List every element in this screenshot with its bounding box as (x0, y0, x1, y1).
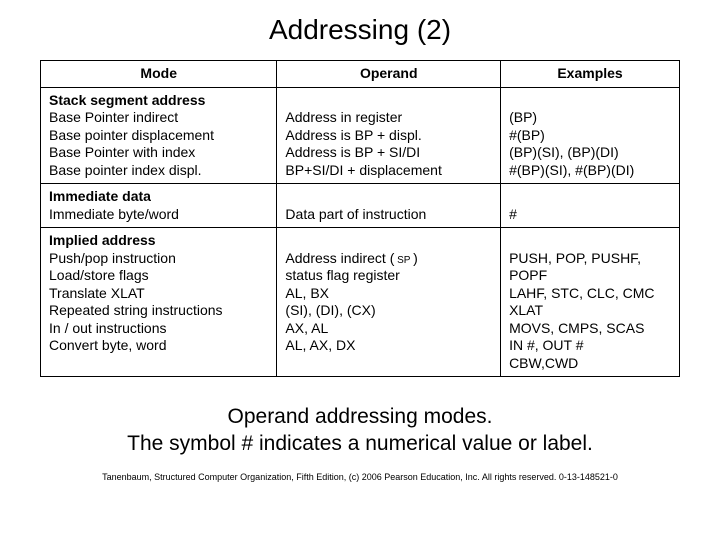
slide-title: Addressing (2) (40, 14, 680, 46)
example-text: XLAT (509, 302, 543, 318)
addressing-table: Mode Operand Examples Stack segment addr… (40, 60, 680, 377)
section-header: Stack segment address (49, 92, 205, 108)
mode-text: Base pointer index displ. (49, 162, 202, 178)
table-row: Stack segment address Base Pointer indir… (41, 87, 680, 184)
copyright-text: Tanenbaum, Structured Computer Organizat… (40, 472, 680, 482)
cell-operand: Address indirect ( SP ) status flag regi… (277, 228, 501, 377)
operand-text: Address is BP + SI/DI (285, 144, 420, 160)
cell-mode: Implied address Push/pop instruction Loa… (41, 228, 277, 377)
operand-text: Address is BP + displ. (285, 127, 421, 143)
operand-text: (SI), (DI), (CX) (285, 302, 375, 318)
example-text: (BP) (509, 109, 537, 125)
slide: Addressing (2) Mode Operand Examples Sta… (0, 0, 720, 540)
example-text: (BP)(SI), (BP)(DI) (509, 144, 619, 160)
cell-operand: Data part of instruction (277, 184, 501, 228)
cell-examples: (BP) #(BP) (BP)(SI), (BP)(DI) #(BP)(SI),… (501, 87, 680, 184)
example-text: CBW,CWD (509, 355, 578, 371)
operand-text: Address in register (285, 109, 402, 125)
operand-text: status flag register (285, 267, 399, 283)
operand-text: AX, AL (285, 320, 328, 336)
cell-examples: PUSH, POP, PUSHF, POPF LAHF, STC, CLC, C… (501, 228, 680, 377)
table-header-row: Mode Operand Examples (41, 61, 680, 88)
mode-text: Immediate byte/word (49, 206, 179, 222)
example-text: MOVS, CMPS, SCAS (509, 320, 644, 336)
mode-text: Translate XLAT (49, 285, 145, 301)
operand-text: AL, BX (285, 285, 329, 301)
table-row: Implied address Push/pop instruction Loa… (41, 228, 680, 377)
caption-line1: Operand addressing modes. (228, 405, 493, 428)
mode-text: Push/pop instruction (49, 250, 176, 266)
operand-text: Data part of instruction (285, 206, 426, 222)
mode-text: Base Pointer indirect (49, 109, 178, 125)
mode-text: Base pointer displacement (49, 127, 214, 143)
caption-line2: The symbol # indicates a numerical value… (127, 432, 593, 455)
table-row: Immediate data Immediate byte/word Data … (41, 184, 680, 228)
operand-text: AL, AX, DX (285, 337, 355, 353)
example-text: LAHF, STC, CLC, CMC (509, 285, 654, 301)
section-header: Implied address (49, 232, 156, 248)
mode-text: In / out instructions (49, 320, 167, 336)
header-operand: Operand (277, 61, 501, 88)
example-text: IN #, OUT # (509, 337, 583, 353)
example-text: PUSH, POP, PUSHF, POPF (509, 250, 641, 284)
header-mode: Mode (41, 61, 277, 88)
cell-mode: Immediate data Immediate byte/word (41, 184, 277, 228)
mode-text: Convert byte, word (49, 337, 167, 353)
mode-text: Load/store flags (49, 267, 149, 283)
mode-text: Base Pointer with index (49, 144, 195, 160)
operand-text: BP+SI/DI + displacement (285, 162, 441, 178)
header-examples: Examples (501, 61, 680, 88)
cell-operand: Address in register Address is BP + disp… (277, 87, 501, 184)
cell-mode: Stack segment address Base Pointer indir… (41, 87, 277, 184)
mode-text: Repeated string instructions (49, 302, 223, 318)
example-text: # (509, 206, 517, 222)
example-text: #(BP)(SI), #(BP)(DI) (509, 162, 634, 178)
caption: Operand addressing modes. The symbol # i… (40, 403, 680, 458)
operand-text: Address indirect ( SP ) (285, 250, 417, 266)
example-text: #(BP) (509, 127, 545, 143)
cell-examples: # (501, 184, 680, 228)
section-header: Immediate data (49, 188, 151, 204)
